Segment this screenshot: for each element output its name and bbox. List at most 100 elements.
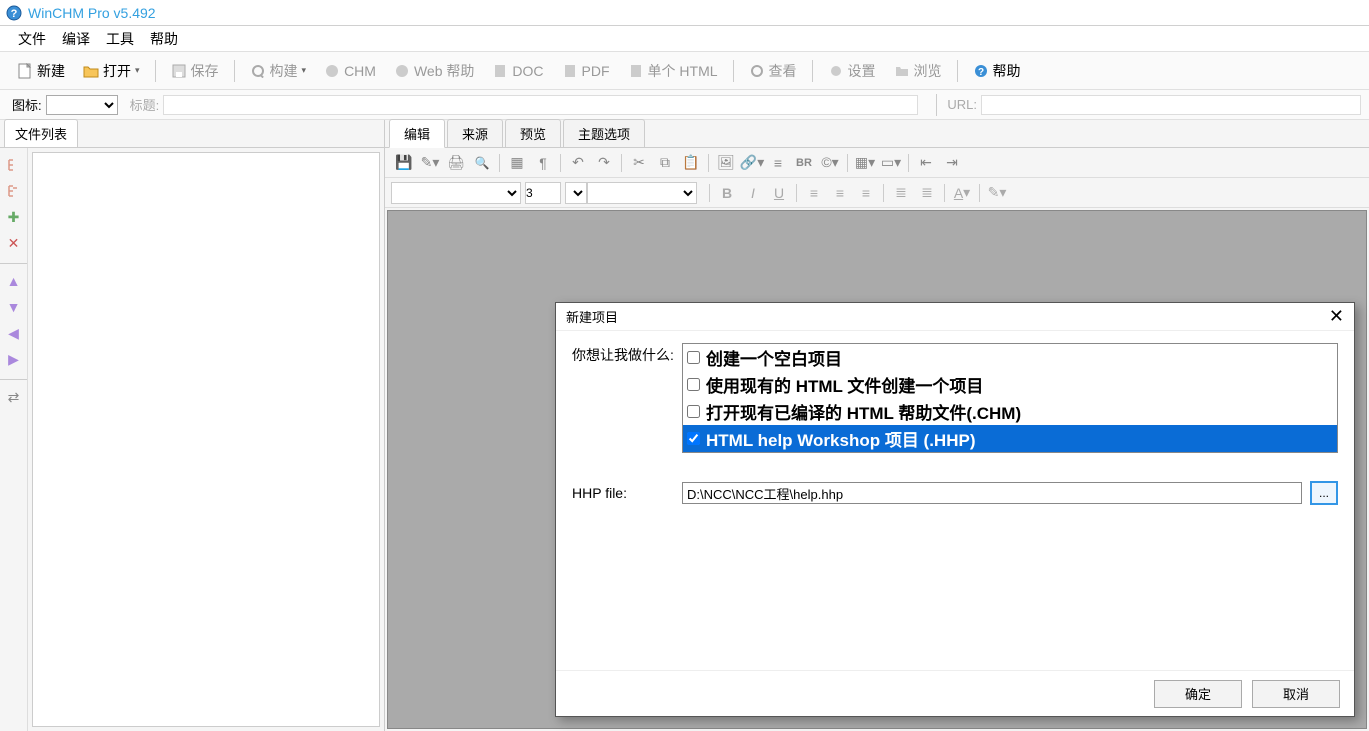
hhp-file-input[interactable] [682, 482, 1302, 504]
open-folder-icon [83, 63, 99, 79]
print-icon[interactable]: 🖨 [444, 151, 468, 175]
option-existing-chm[interactable]: 打开现有已编译的 HTML 帮助文件(.CHM) [683, 398, 1337, 425]
option-checkbox[interactable] [687, 432, 700, 445]
option-existing-html[interactable]: 使用现有的 HTML 文件创建一个项目 [683, 371, 1337, 398]
toolbar-separator [957, 60, 958, 82]
selectall-icon[interactable]: ▦ [505, 151, 529, 175]
edit-icon[interactable]: ✎▾ [418, 151, 442, 175]
highlight-icon[interactable]: ✎▾ [985, 181, 1009, 205]
copyright-icon[interactable]: ©▾ [818, 151, 842, 175]
link-icon[interactable]: 🔗▾ [740, 151, 764, 175]
align-center-icon[interactable]: ≡ [828, 181, 852, 205]
help-button[interactable]: ? 帮助 [965, 58, 1029, 84]
copy-icon[interactable]: ⧉ [653, 151, 677, 175]
browse-file-button[interactable]: ... [1310, 481, 1338, 505]
url-label: URL: [943, 97, 981, 112]
menu-bar: 文件 编译 工具 帮助 [0, 26, 1369, 52]
menu-tool[interactable]: 工具 [98, 27, 142, 51]
option-checkbox[interactable] [687, 405, 700, 418]
menu-file[interactable]: 文件 [10, 27, 54, 51]
option-list[interactable]: 创建一个空白项目 使用现有的 HTML 文件创建一个项目 打开现有已编译的 HT… [682, 343, 1338, 453]
save-button[interactable]: 保存 [163, 58, 227, 84]
doc-button[interactable]: DOC [484, 60, 551, 82]
option-checkbox[interactable] [687, 351, 700, 364]
left-side-toolbar: ✚ ✕ ▲ ▼ ◀ ▶ ⇄ [0, 148, 28, 731]
doc-icon [492, 63, 508, 79]
underline-icon[interactable]: U [767, 181, 791, 205]
font-size-input[interactable] [525, 182, 561, 204]
indent-left-icon[interactable]: ◀ [3, 322, 25, 344]
tab-preview[interactable]: 预览 [505, 119, 561, 147]
sort-icon[interactable]: ⇄ [3, 386, 25, 408]
file-label: HHP file: [572, 485, 682, 501]
tree-collapse-icon[interactable] [3, 180, 25, 202]
view-button[interactable]: 查看 [741, 58, 805, 84]
indent-right-icon[interactable]: ▶ [3, 348, 25, 370]
delete-item-icon[interactable]: ✕ [3, 232, 25, 254]
paragraph-icon[interactable]: ¶ [531, 151, 555, 175]
menu-compile[interactable]: 编译 [54, 27, 98, 51]
add-item-icon[interactable]: ✚ [3, 206, 25, 228]
tab-edit[interactable]: 编辑 [389, 119, 445, 148]
bold-icon[interactable]: B [715, 181, 739, 205]
option-hhp-project[interactable]: HTML help Workshop 项目 (.HHP) [683, 425, 1337, 452]
chm-icon [324, 63, 340, 79]
br-button[interactable]: BR [792, 151, 816, 175]
tab-topic-options[interactable]: 主题选项 [563, 119, 645, 147]
tab-filelist[interactable]: 文件列表 [4, 119, 78, 147]
move-down-icon[interactable]: ▼ [3, 296, 25, 318]
list-ordered-icon[interactable]: ≣ [889, 181, 913, 205]
webhelp-button[interactable]: Web 帮助 [386, 58, 482, 84]
singlehtml-button[interactable]: 单个 HTML [620, 58, 726, 84]
indent-icon[interactable]: ⇥ [940, 151, 964, 175]
hr-icon[interactable]: ≡ [766, 151, 790, 175]
settings-button[interactable]: 设置 [820, 58, 884, 84]
right-tabs: 编辑 来源 预览 主题选项 [385, 120, 1369, 148]
tab-source[interactable]: 来源 [447, 119, 503, 147]
font-size-dropdown[interactable] [565, 182, 587, 204]
prompt-label: 你想让我做什么: [572, 343, 682, 453]
italic-icon[interactable]: I [741, 181, 765, 205]
main-toolbar: 新建 打开 ▾ 保存 构建 ▾ CHM Web 帮助 DOC PDF 单个 HT… [0, 52, 1369, 90]
table-icon[interactable]: ▦▾ [853, 151, 877, 175]
menu-help[interactable]: 帮助 [142, 27, 186, 51]
chm-button[interactable]: CHM [316, 60, 384, 82]
open-button[interactable]: 打开 ▾ [75, 58, 148, 84]
cut-icon[interactable]: ✂ [627, 151, 651, 175]
gear-icon [828, 63, 844, 79]
list-unordered-icon[interactable]: ≣ [915, 181, 939, 205]
find-icon[interactable]: 🔍 [470, 151, 494, 175]
undo-icon[interactable]: ↶ [566, 151, 590, 175]
outdent-icon[interactable]: ⇤ [914, 151, 938, 175]
icon-select[interactable] [46, 95, 118, 115]
url-input[interactable] [981, 95, 1361, 115]
build-icon [250, 63, 266, 79]
paste-icon[interactable]: 📋 [679, 151, 703, 175]
browse-button[interactable]: 浏览 [886, 58, 950, 84]
tree-expand-icon[interactable] [3, 154, 25, 176]
save-icon[interactable]: 💾 [392, 151, 416, 175]
toolbar-separator [812, 60, 813, 82]
new-button[interactable]: 新建 [9, 58, 73, 84]
format-select[interactable] [587, 182, 697, 204]
svg-text:?: ? [11, 8, 18, 20]
close-icon[interactable]: ✕ [1329, 306, 1344, 327]
image-icon[interactable]: 🖼 [714, 151, 738, 175]
ok-button[interactable]: 确定 [1154, 680, 1242, 708]
title-input[interactable] [163, 95, 918, 115]
cell-icon[interactable]: ▭▾ [879, 151, 903, 175]
option-checkbox[interactable] [687, 378, 700, 391]
build-button[interactable]: 构建 ▾ [242, 58, 315, 84]
move-up-icon[interactable]: ▲ [3, 270, 25, 292]
cancel-button[interactable]: 取消 [1252, 680, 1340, 708]
font-select[interactable] [391, 182, 521, 204]
option-blank-project[interactable]: 创建一个空白项目 [683, 344, 1337, 371]
align-right-icon[interactable]: ≡ [854, 181, 878, 205]
align-left-icon[interactable]: ≡ [802, 181, 826, 205]
editor-separator [908, 154, 909, 172]
build-dropdown-icon: ▾ [302, 65, 307, 76]
font-color-icon[interactable]: A▾ [950, 181, 974, 205]
pdf-button[interactable]: PDF [554, 60, 618, 82]
redo-icon[interactable]: ↷ [592, 151, 616, 175]
file-tree[interactable] [32, 152, 380, 727]
